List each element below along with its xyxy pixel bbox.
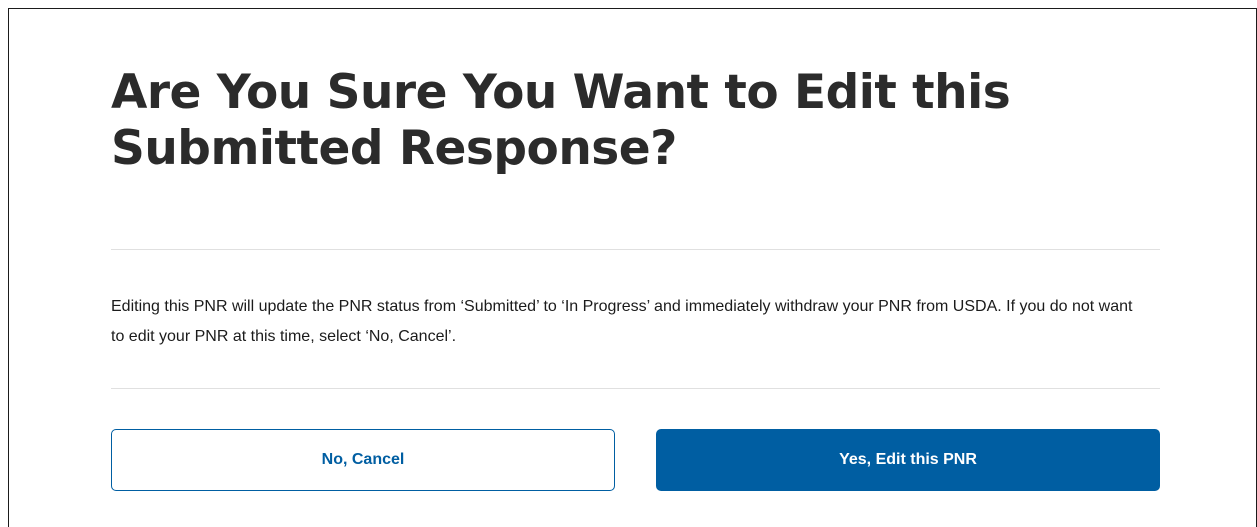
confirm-edit-button[interactable]: Yes, Edit this PNR bbox=[656, 429, 1160, 491]
cancel-button[interactable]: No, Cancel bbox=[111, 429, 615, 491]
modal-body-text: Editing this PNR will update the PNR sta… bbox=[111, 298, 1133, 345]
divider-top bbox=[111, 249, 1160, 250]
modal-title: Are You Sure You Want to Edit this Submi… bbox=[111, 65, 1011, 176]
confirm-edit-modal: Are You Sure You Want to Edit this Submi… bbox=[8, 8, 1257, 527]
divider-bottom bbox=[111, 388, 1160, 389]
